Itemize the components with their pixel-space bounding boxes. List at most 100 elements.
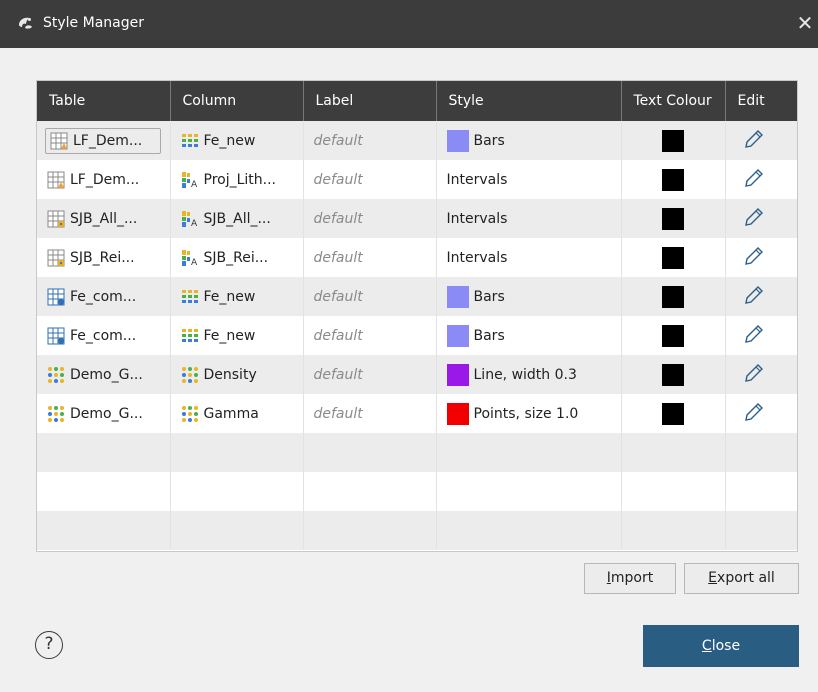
text-colour-swatch[interactable] (661, 363, 684, 386)
text-colour-swatch[interactable] (661, 207, 684, 230)
cell-style[interactable]: Bars (436, 277, 622, 316)
text-colour-swatch[interactable] (661, 324, 684, 347)
cell-text-colour[interactable] (621, 316, 726, 355)
cell-style[interactable]: Bars (436, 121, 622, 160)
cell-table[interactable]: LF_Dem... (37, 160, 171, 199)
text-colour-swatch[interactable] (661, 402, 684, 425)
cell-table[interactable]: Fe_com... (37, 316, 171, 355)
cell-column[interactable]: Gamma (170, 394, 304, 433)
header-text-colour[interactable]: Text Colour (621, 81, 726, 121)
cell-label[interactable]: default (303, 121, 437, 160)
label-value: default (313, 210, 363, 227)
cell-label[interactable]: default (303, 355, 437, 394)
cell-column[interactable]: A Proj_Lith... (170, 160, 304, 199)
cell-column[interactable]: A SJB_Rei... (170, 238, 304, 277)
cell-edit[interactable] (725, 277, 797, 316)
table-row[interactable]: SJB_All_... A SJB_All_... default Interv… (37, 199, 797, 238)
cell-label[interactable]: default (303, 394, 437, 433)
cell-column[interactable]: Fe_new (170, 277, 304, 316)
pencil-icon[interactable] (742, 400, 766, 424)
cell-table[interactable]: Fe_com... (37, 277, 171, 316)
text-colour-swatch[interactable] (661, 168, 684, 191)
cell-label[interactable]: default (303, 199, 437, 238)
table-name: Demo_G... (70, 366, 143, 383)
cell-text-colour[interactable] (621, 355, 726, 394)
cell-edit[interactable] (725, 160, 797, 199)
header-edit[interactable]: Edit (725, 81, 797, 121)
column-name: Density (203, 366, 257, 383)
export-all-button[interactable]: Export all (684, 563, 799, 594)
cell-column[interactable]: Fe_new (170, 121, 304, 160)
cell-edit[interactable] (725, 199, 797, 238)
table-composite-icon (47, 327, 65, 345)
table-row[interactable]: Fe_com... Fe_new default Bars (37, 316, 797, 355)
cell-column[interactable]: Fe_new (170, 316, 304, 355)
table-row[interactable]: Demo_G... Density default Line, width 0.… (37, 355, 797, 394)
cell-text-colour[interactable] (621, 160, 726, 199)
style-value: Intervals (446, 171, 508, 188)
window-close-icon[interactable]: ✕ (792, 10, 818, 36)
text-colour-swatch[interactable] (661, 129, 684, 152)
header-table[interactable]: Table (37, 81, 171, 121)
pencil-icon[interactable] (742, 322, 766, 346)
table-row[interactable]: LF_Dem... Fe_new default Bars (37, 121, 797, 160)
table-row[interactable]: SJB_Rei... A SJB_Rei... default Interval… (37, 238, 797, 277)
cell-edit[interactable] (725, 238, 797, 277)
style-swatch (446, 129, 469, 152)
help-icon[interactable]: ? (35, 631, 63, 659)
cell-text-colour[interactable] (621, 121, 726, 160)
cell-edit[interactable] (725, 394, 797, 433)
table-warning-icon (47, 171, 65, 189)
cell-style[interactable]: Intervals (436, 160, 622, 199)
cell-edit[interactable] (725, 316, 797, 355)
text-colour-swatch[interactable] (661, 246, 684, 269)
cell-table[interactable]: Demo_G... (37, 394, 171, 433)
header-column[interactable]: Column (170, 81, 304, 121)
pencil-icon[interactable] (742, 244, 766, 268)
cell-label[interactable]: default (303, 277, 437, 316)
cell-text-colour[interactable] (621, 277, 726, 316)
import-button[interactable]: Import (584, 563, 676, 594)
cell-table[interactable]: Demo_G... (37, 355, 171, 394)
cell-text-colour[interactable] (621, 394, 726, 433)
cell-text-colour[interactable] (621, 199, 726, 238)
cell-label[interactable]: default (303, 238, 437, 277)
cell-column[interactable]: A SJB_All_... (170, 199, 304, 238)
close-button[interactable]: Close (643, 625, 799, 667)
cell-edit[interactable] (725, 121, 797, 160)
pencil-icon[interactable] (742, 283, 766, 307)
cell-label[interactable]: default (303, 316, 437, 355)
cell-table[interactable]: SJB_All_... (37, 199, 171, 238)
column-name: Fe_new (203, 288, 256, 305)
cell-edit[interactable] (725, 355, 797, 394)
cell-label[interactable]: default (303, 160, 437, 199)
column-name: Fe_new (203, 327, 256, 344)
text-colour-swatch[interactable] (661, 285, 684, 308)
cell-style[interactable]: Points, size 1.0 (436, 394, 622, 433)
style-swatch (446, 285, 469, 308)
pencil-icon[interactable] (742, 127, 766, 151)
cell-table[interactable]: SJB_Rei... (37, 238, 171, 277)
cell-table[interactable]: LF_Dem... (37, 121, 171, 160)
cell-style[interactable]: Bars (436, 316, 622, 355)
cell-style[interactable]: Intervals (436, 199, 622, 238)
table-name: SJB_All_... (70, 210, 138, 227)
header-style[interactable]: Style (436, 81, 622, 121)
pencil-icon[interactable] (742, 205, 766, 229)
cell-text-colour[interactable] (621, 238, 726, 277)
table-composite-icon (47, 288, 65, 306)
pencil-icon[interactable] (742, 361, 766, 385)
label-value: default (313, 327, 363, 344)
cell-column[interactable]: Density (170, 355, 304, 394)
empty-row (37, 511, 797, 550)
table-row[interactable]: Fe_com... Fe_new default Bars (37, 277, 797, 316)
pencil-icon[interactable] (742, 166, 766, 190)
header-label[interactable]: Label (303, 81, 437, 121)
cell-style[interactable]: Line, width 0.3 (436, 355, 622, 394)
style-value: Bars (473, 132, 505, 149)
table-lith-icon (47, 249, 65, 267)
cell-style[interactable]: Intervals (436, 238, 622, 277)
table-row[interactable]: LF_Dem... A Proj_Lith... default Interva… (37, 160, 797, 199)
downhole-data-icon (181, 405, 199, 423)
table-row[interactable]: Demo_G... Gamma default Points, size 1.0 (37, 394, 797, 433)
